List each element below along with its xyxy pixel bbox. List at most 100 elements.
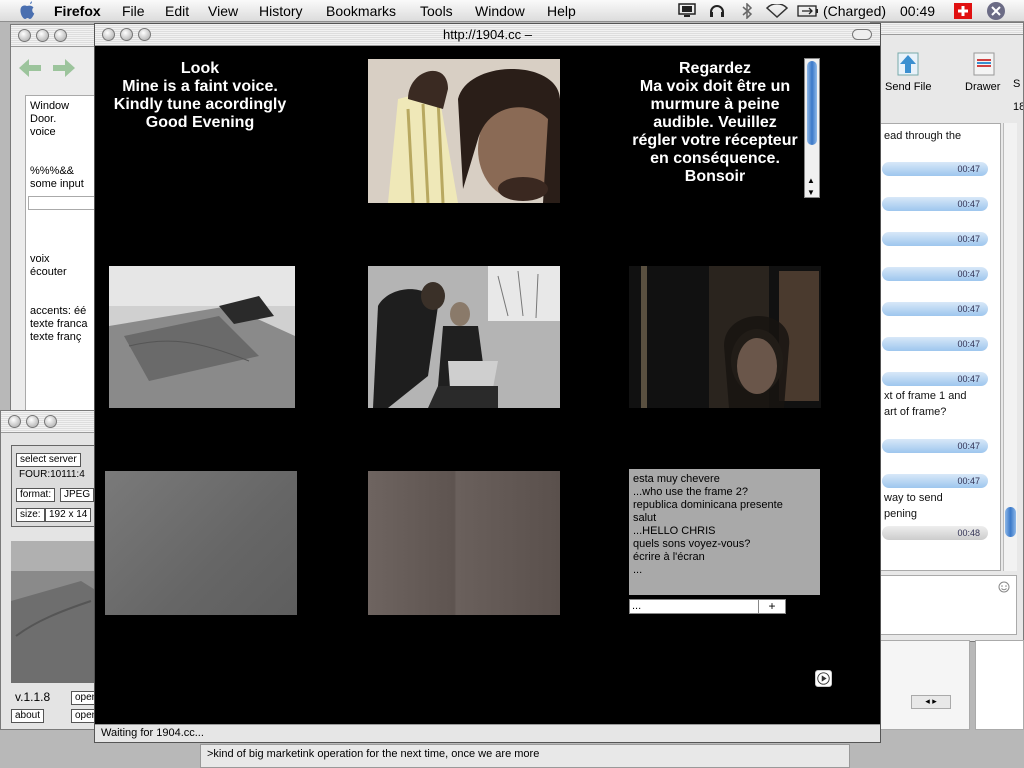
send-file-icon[interactable] xyxy=(895,49,921,77)
format-select[interactable]: JPEG xyxy=(60,488,95,502)
apple-menu-icon[interactable] xyxy=(18,1,36,20)
open-button-1[interactable]: open xyxy=(71,691,95,705)
chat-bubble: 00:47 xyxy=(882,267,988,281)
intro-line: en conséquence. xyxy=(650,150,780,167)
chat-message: salut xyxy=(633,512,657,524)
chat-window[interactable]: Send File Drawer S 18 ead through the 00… xyxy=(870,22,1024,642)
select-server-button[interactable]: select server xyxy=(16,453,81,467)
close-button[interactable] xyxy=(18,29,31,42)
menu-window[interactable]: Window xyxy=(475,3,525,19)
swiss-flag-input-icon[interactable] xyxy=(954,3,972,19)
window-title: http://1904.cc – xyxy=(443,27,532,42)
chat-send-button[interactable]: + xyxy=(758,599,786,614)
status-bar: Waiting for 1904.cc... xyxy=(95,724,880,742)
user-menu-icon[interactable] xyxy=(986,1,1006,21)
drawer-label[interactable]: Drawer xyxy=(965,81,1000,93)
intro-line: Mine is a faint voice. xyxy=(122,78,278,95)
text-input-field[interactable] xyxy=(28,196,99,210)
toolbar-toggle-button[interactable] xyxy=(852,29,872,40)
drawer-icon[interactable] xyxy=(971,49,997,77)
menubar: Firefox File Edit View History Bookmarks… xyxy=(0,0,1024,22)
minimize-button[interactable] xyxy=(36,29,49,42)
chat-bubble: 00:47 xyxy=(882,197,988,211)
back-window-left[interactable]: Window Door. voice %%%&& some input voix… xyxy=(10,24,100,414)
text-line: voice xyxy=(30,126,56,138)
smiley-icon[interactable] xyxy=(998,581,1010,593)
scroll-thumb[interactable] xyxy=(807,61,817,145)
clock[interactable]: 00:49 xyxy=(900,3,935,19)
video-server-window[interactable]: select server FOUR:10111:4 format: JPEG … xyxy=(0,410,96,730)
send-file-label[interactable]: Send File xyxy=(885,81,931,93)
menu-file[interactable]: File xyxy=(122,3,145,19)
scroll-down-arrow[interactable]: ▼ xyxy=(807,188,815,197)
chat-messages[interactable]: esta muy chevere ...who use the frame 2?… xyxy=(629,469,820,595)
intro-line: Kindly tune acordingly xyxy=(113,96,287,113)
back-forward-icons[interactable] xyxy=(17,57,77,79)
text-line: Window xyxy=(30,100,70,112)
video-feed-1[interactable] xyxy=(368,59,560,203)
text-scrollbar[interactable]: ▲ ▼ xyxy=(804,58,820,198)
firefox-titlebar[interactable]: http://1904.cc – xyxy=(95,24,880,46)
size-label: size: xyxy=(16,508,45,522)
bluetooth-icon[interactable] xyxy=(741,3,753,19)
server-value: FOUR:10111:4 xyxy=(19,469,85,480)
text-line: voix xyxy=(30,253,50,265)
text-pane[interactable]: Window Door. voice %%%&& some input voix… xyxy=(25,95,99,413)
chat-bubble: 00:47 xyxy=(882,337,988,351)
scroll-arrows[interactable]: ◂ ▸ xyxy=(911,695,951,709)
intro-line: régler votre récepteur xyxy=(632,132,798,149)
chat-message: écrire à l'écran xyxy=(633,551,705,563)
chat-scrollbar[interactable] xyxy=(1003,123,1017,571)
intro-english: Look Mine is a faint voice. Kindly tune … xyxy=(105,60,295,132)
chat-message: ... xyxy=(633,564,643,576)
intro-line: Ma voix doit être un xyxy=(639,78,791,95)
battery-icon[interactable] xyxy=(797,5,819,17)
chat-line: way to send xyxy=(884,492,943,504)
video-feed-laptop[interactable] xyxy=(368,266,560,408)
menu-view[interactable]: View xyxy=(208,3,238,19)
intro-line: murmure à peine xyxy=(650,96,780,113)
about-button[interactable]: about xyxy=(11,709,45,723)
window-titlebar[interactable] xyxy=(11,25,99,47)
video-feed-bed[interactable] xyxy=(109,266,295,408)
open-button-2[interactable]: open xyxy=(71,709,95,723)
status-text: Waiting for 1904.cc... xyxy=(101,727,204,739)
menu-history[interactable]: History xyxy=(259,3,303,19)
play-icon[interactable] xyxy=(815,670,832,687)
zoom-button[interactable] xyxy=(44,415,57,428)
chat-bubble: 00:47 xyxy=(882,162,988,176)
menu-tools[interactable]: Tools xyxy=(420,3,453,19)
window-titlebar[interactable] xyxy=(1,411,95,433)
intro-line: Good Evening xyxy=(145,114,255,131)
scroll-up-arrow[interactable]: ▲ xyxy=(807,176,815,185)
wifi-icon[interactable] xyxy=(766,4,788,18)
menu-bookmarks[interactable]: Bookmarks xyxy=(326,3,396,19)
firefox-window[interactable]: http://1904.cc – Look Mine is a faint vo… xyxy=(94,23,881,743)
text-line: texte franca xyxy=(30,318,88,330)
menu-help[interactable]: Help xyxy=(547,3,576,19)
text-line: écouter xyxy=(30,266,67,278)
window-titlebar[interactable] xyxy=(871,23,1023,35)
text-line: some input xyxy=(30,178,84,190)
scroll-thumb[interactable] xyxy=(1005,507,1016,537)
text-line: Door. xyxy=(30,113,57,125)
zoom-button[interactable] xyxy=(54,29,67,42)
text-line: accents: éé xyxy=(30,305,87,317)
chat-compose-field[interactable] xyxy=(871,575,1017,635)
chat-bubble: 00:47 xyxy=(882,439,988,453)
intro-line: audible. Veuillez xyxy=(653,114,777,131)
video-feed-girl[interactable] xyxy=(629,266,821,408)
video-feed-brown[interactable] xyxy=(368,471,560,615)
close-button[interactable] xyxy=(8,415,21,428)
chat-line: art of frame? xyxy=(884,406,947,418)
size-value[interactable]: 192 x 14 xyxy=(45,508,92,522)
menu-edit[interactable]: Edit xyxy=(165,3,189,19)
video-feed-wall[interactable] xyxy=(105,471,297,615)
minimize-button[interactable] xyxy=(26,415,39,428)
app-menu-firefox[interactable]: Firefox xyxy=(54,3,101,19)
headphones-icon[interactable] xyxy=(709,4,725,18)
chat-line: pening xyxy=(884,508,918,520)
chat-transcript[interactable]: ead through the 00:47 00:47 00:47 00:47 … xyxy=(871,123,1001,571)
chat-bubble: 00:48 xyxy=(882,526,988,540)
display-icon[interactable] xyxy=(678,3,696,18)
